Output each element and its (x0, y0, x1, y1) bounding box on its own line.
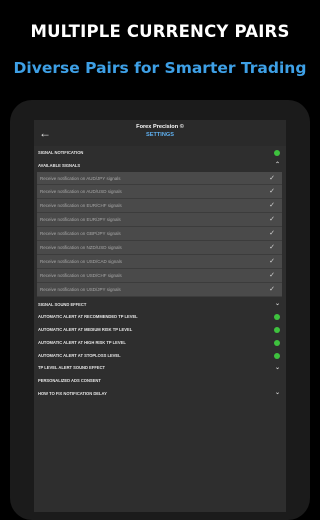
promo-title: MULTIPLE CURRENCY PAIRS (30, 22, 290, 41)
check-icon[interactable]: ✓ (269, 285, 275, 293)
signal-label: Receive notification on USD/CHF signals (40, 272, 122, 278)
check-icon[interactable]: ✓ (269, 201, 275, 209)
app-name: Forex Precision © (136, 124, 184, 130)
signal-item-usd-chf[interactable]: Receive notification on USD/CHF signals ✓ (37, 269, 282, 283)
alert-high-label: AUTOMATIC ALERT AT HIGH RISK TP LEVEL (38, 339, 126, 345)
ads-consent-label: PERSONALIZED ADS CONSENT (38, 378, 101, 384)
chevron-down-icon[interactable]: ⌄ (275, 300, 280, 307)
available-signals-label: AVAILABLE SIGNALS (38, 162, 81, 168)
alert-high-row[interactable]: AUTOMATIC ALERT AT HIGH RISK TP LEVEL (34, 336, 286, 349)
alert-stoploss-label: AUTOMATIC ALERT AT STOPLOSS LEVEL (38, 352, 121, 358)
signal-notification-toggle[interactable] (274, 150, 280, 156)
signal-label: Receive notification on EUR/CHF signals (40, 203, 122, 209)
app-bar: ← Forex Precision © SETTINGS (34, 120, 286, 146)
signal-item-aud-jpy[interactable]: Receive notification on AUD/JPY signals ✓ (37, 172, 282, 186)
alert-recommended-label: AUTOMATIC ALERT AT RECOMMENDED TP LEVEL (38, 314, 138, 320)
app-screen: ← Forex Precision © SETTINGS SIGNAL NOTI… (34, 120, 286, 512)
chevron-down-icon[interactable]: ⌄ (275, 364, 280, 371)
tp-sound-effect-label: TP LEVEL ALERT SOUND EFFECT (38, 365, 106, 371)
alert-medium-toggle[interactable] (274, 327, 280, 334)
signal-sound-effect-row[interactable]: SIGNAL SOUND EFFECT ⌄ (34, 298, 286, 311)
alert-high-toggle[interactable] (274, 340, 280, 346)
signal-label: Receive notification on USD/CAD signals (40, 258, 123, 264)
app-bar-titles: Forex Precision © SETTINGS (34, 124, 286, 138)
check-icon[interactable]: ✓ (269, 229, 275, 237)
check-icon[interactable]: ✓ (269, 174, 275, 182)
alert-medium-label: AUTOMATIC ALERT AT MEDIUM RISK TP LEVEL (38, 327, 133, 333)
signal-label: Receive notification on GBP/JPY signals (40, 231, 121, 237)
check-icon[interactable]: ✓ (269, 215, 275, 223)
signal-label: Receive notification on USD/JPY signals (40, 286, 121, 292)
tp-sound-effect-row[interactable]: TP LEVEL ALERT SOUND EFFECT ⌄ (34, 362, 286, 375)
promo-subtitle: Diverse Pairs for Smarter Trading (13, 59, 307, 77)
signal-sound-effect-label: SIGNAL SOUND EFFECT (38, 301, 87, 307)
signal-label: Receive notification on EUR/JPY signals (40, 217, 121, 223)
available-signals-row[interactable]: AVAILABLE SIGNALS ⌃ (34, 159, 286, 172)
signal-notification-label: SIGNAL NOTIFICATION (38, 149, 84, 155)
signal-item-usd-cad[interactable]: Receive notification on USD/CAD signals ✓ (37, 255, 282, 269)
signal-item-eur-jpy[interactable]: Receive notification on EUR/JPY signals ✓ (37, 213, 282, 228)
chevron-up-icon[interactable]: ⌃ (275, 161, 280, 168)
signal-item-nzd-usd[interactable]: Receive notification on NZD/USD signals ✓ (37, 241, 282, 255)
signal-item-gbp-jpy[interactable]: Receive notification on GBP/JPY signals ✓ (37, 227, 282, 242)
page-title: SETTINGS (146, 132, 174, 138)
signal-label: Receive notification on NZD/USD signals (40, 244, 122, 250)
signals-list: Receive notification on AUD/JPY signals ✓… (37, 171, 282, 297)
alert-stoploss-row[interactable]: AUTOMATIC ALERT AT STOPLOSS LEVEL (34, 349, 286, 362)
signal-label: Receive notification on AUD/JPY signals (40, 175, 121, 181)
signal-label: Receive notification on AUD/USD signals (40, 189, 122, 195)
signal-notification-row[interactable]: SIGNAL NOTIFICATION (34, 146, 286, 159)
fix-delay-label: HOW TO FIX NOTIFICATION DELAY (38, 391, 107, 397)
signal-item-eur-chf[interactable]: Receive notification on EUR/CHF signals ✓ (37, 199, 282, 214)
alert-recommended-row[interactable]: AUTOMATIC ALERT AT RECOMMENDED TP LEVEL (34, 310, 286, 323)
alert-recommended-toggle[interactable] (274, 314, 280, 321)
check-icon[interactable]: ✓ (269, 243, 275, 251)
check-icon[interactable]: ✓ (269, 257, 275, 265)
alert-stoploss-toggle[interactable] (274, 352, 280, 359)
chevron-down-icon[interactable]: ⌄ (275, 389, 280, 396)
signal-item-aud-usd[interactable]: Receive notification on AUD/USD signals ✓ (37, 185, 282, 200)
signal-item-usd-jpy[interactable]: Receive notification on USD/JPY signals ✓ (37, 283, 282, 297)
check-icon[interactable]: ✓ (269, 271, 275, 279)
alert-medium-row[interactable]: AUTOMATIC ALERT AT MEDIUM RISK TP LEVEL (34, 323, 286, 336)
check-icon[interactable]: ✓ (269, 187, 275, 195)
ads-consent-row[interactable]: PERSONALIZED ADS CONSENT (34, 374, 286, 387)
fix-delay-row[interactable]: HOW TO FIX NOTIFICATION DELAY ⌄ (34, 387, 286, 400)
